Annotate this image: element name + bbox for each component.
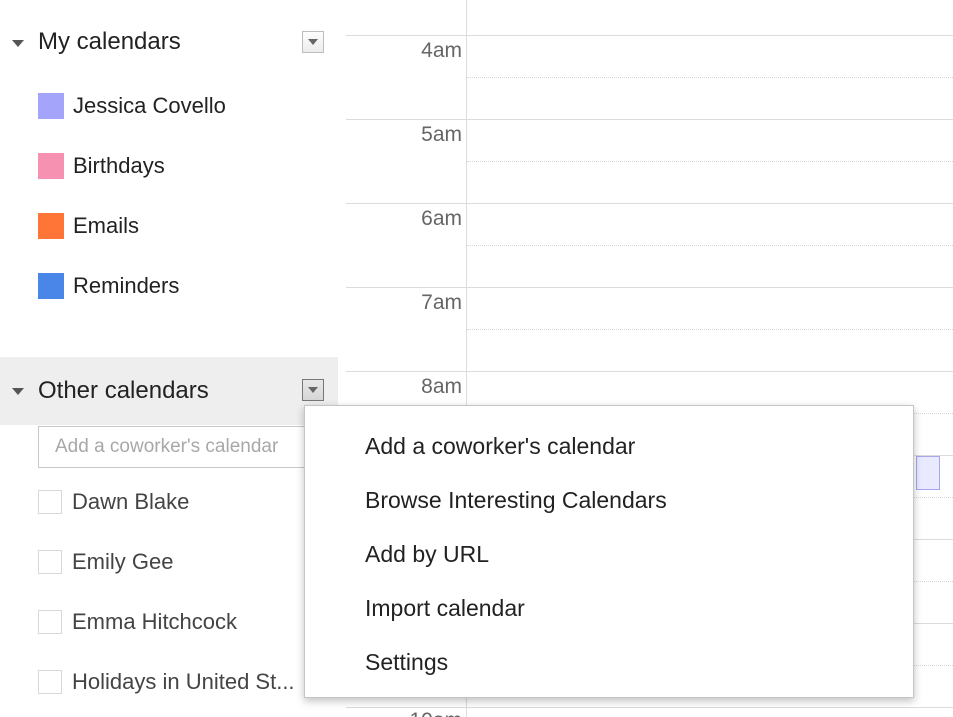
other-calendar-item-emma-hitchcock[interactable]: Emma Hitchcock bbox=[38, 607, 332, 637]
hour-gridline bbox=[346, 119, 953, 120]
add-coworker-calendar-input[interactable] bbox=[38, 426, 328, 468]
calendar-color-swatch[interactable] bbox=[38, 153, 64, 179]
hour-gridline bbox=[346, 203, 953, 204]
other-calendars-title: Other calendars bbox=[38, 377, 209, 404]
hour-label: 4am bbox=[421, 39, 462, 62]
calendar-item-jessica-covello[interactable]: Jessica Covello bbox=[38, 91, 226, 121]
hour-label: 7am bbox=[421, 291, 462, 314]
calendar-item-label: Reminders bbox=[73, 273, 180, 298]
my-calendars-menu-button[interactable] bbox=[302, 31, 324, 53]
calendar-item-label: Holidays in United St... bbox=[72, 669, 295, 694]
calendar-checkbox[interactable] bbox=[38, 550, 62, 574]
other-calendar-item-dawn-blake[interactable]: Dawn Blake bbox=[38, 487, 332, 517]
calendar-item-birthdays[interactable]: Birthdays bbox=[38, 151, 165, 181]
hour-label: 5am bbox=[421, 123, 462, 146]
calendar-color-swatch[interactable] bbox=[38, 273, 64, 299]
menu-item-add-by-url[interactable]: Add by URL bbox=[365, 534, 489, 574]
hour-gridline bbox=[346, 371, 953, 372]
sidebar: My calendars Jessica Covello Birthdays E… bbox=[0, 0, 346, 717]
my-calendars-header[interactable]: My calendars bbox=[0, 10, 338, 74]
collapse-arrow-icon[interactable] bbox=[12, 40, 24, 47]
calendar-color-swatch[interactable] bbox=[38, 93, 64, 119]
collapse-arrow-icon[interactable] bbox=[12, 388, 24, 395]
menu-item-import-calendar[interactable]: Import calendar bbox=[365, 588, 525, 628]
calendar-item-label: Jessica Covello bbox=[73, 93, 226, 118]
other-calendars-menu-button[interactable] bbox=[302, 379, 324, 401]
other-calendar-item-emily-gee[interactable]: Emily Gee bbox=[38, 547, 332, 577]
calendar-item-label: Emma Hitchcock bbox=[72, 609, 238, 634]
hour-gridline bbox=[346, 707, 953, 708]
menu-item-add-coworker-calendar[interactable]: Add a coworker's calendar bbox=[365, 426, 635, 466]
calendar-app: My calendars Jessica Covello Birthdays E… bbox=[0, 0, 953, 717]
calendar-item-label: Dawn Blake bbox=[72, 489, 190, 514]
chevron-down-icon bbox=[308, 39, 318, 45]
calendar-item-reminders[interactable]: Reminders bbox=[38, 271, 179, 301]
hour-label: 6am bbox=[421, 207, 462, 230]
half-hour-gridline bbox=[467, 329, 953, 330]
calendar-checkbox[interactable] bbox=[38, 610, 62, 634]
menu-item-browse-interesting-calendars[interactable]: Browse Interesting Calendars bbox=[365, 480, 667, 520]
half-hour-gridline bbox=[467, 161, 953, 162]
calendar-checkbox[interactable] bbox=[38, 670, 62, 694]
other-calendars-dropdown-menu: Add a coworker's calendar Browse Interes… bbox=[304, 405, 914, 698]
half-hour-gridline bbox=[467, 77, 953, 78]
hour-label: 10am bbox=[346, 709, 462, 717]
half-hour-gridline bbox=[467, 245, 953, 246]
hour-gridline bbox=[346, 35, 953, 36]
menu-item-settings[interactable]: Settings bbox=[365, 642, 448, 682]
hour-label: 8am bbox=[421, 375, 462, 398]
calendar-item-label: Birthdays bbox=[73, 153, 165, 178]
calendar-item-label: Emily Gee bbox=[72, 549, 174, 574]
other-calendars-header[interactable]: Other calendars bbox=[0, 357, 338, 425]
chevron-down-icon bbox=[308, 387, 318, 393]
hour-gridline bbox=[346, 287, 953, 288]
calendar-color-swatch[interactable] bbox=[38, 213, 64, 239]
calendar-item-emails[interactable]: Emails bbox=[38, 211, 139, 241]
other-calendar-item-holidays[interactable]: Holidays in United St... bbox=[38, 667, 332, 697]
calendar-event[interactable] bbox=[916, 456, 940, 490]
calendar-item-label: Emails bbox=[73, 213, 140, 238]
my-calendars-title: My calendars bbox=[38, 28, 181, 55]
calendar-checkbox[interactable] bbox=[38, 490, 62, 514]
